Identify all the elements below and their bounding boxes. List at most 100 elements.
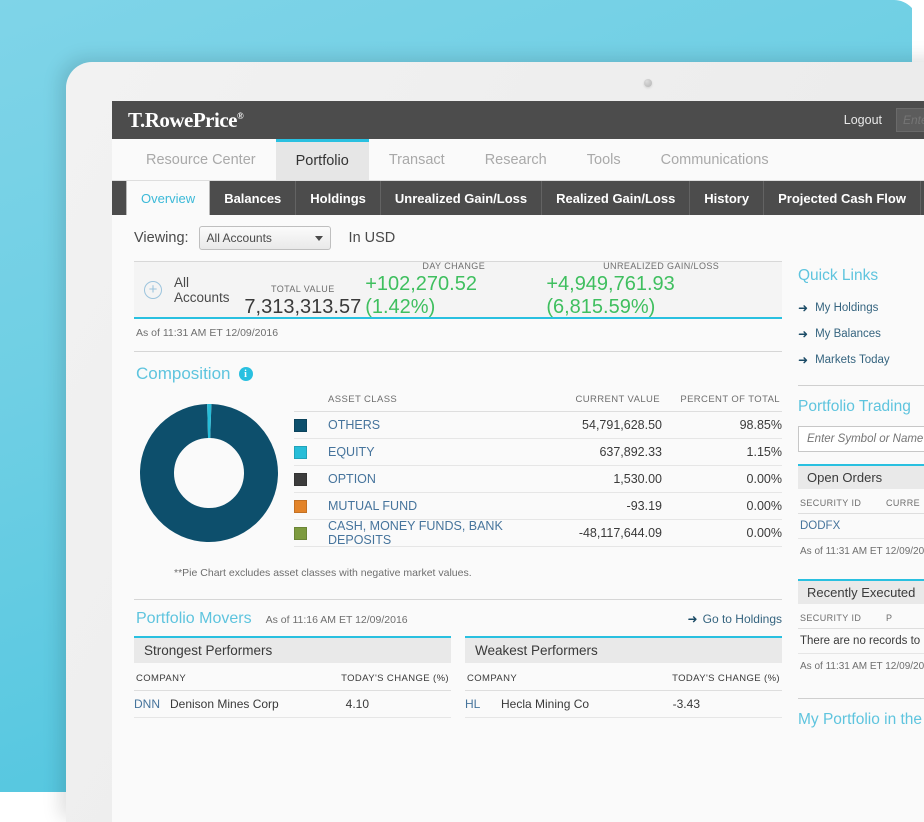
logout-link[interactable]: Logout	[844, 113, 882, 127]
day-change-block: DAY CHANGE +102,270.52 (1.42%)	[365, 261, 542, 319]
table-row[interactable]: CASH, MONEY FUNDS, BANK DEPOSITS -48,117…	[294, 520, 782, 547]
header-todays-change: TODAY'S CHANGE (%)	[652, 673, 780, 684]
tab-overview[interactable]: Overview	[126, 181, 210, 215]
security-id: DODFX	[800, 520, 840, 532]
asset-class-name: EQUITY	[328, 445, 532, 459]
total-value-label: TOTAL VALUE	[244, 284, 361, 294]
arrow-right-icon: ➜	[798, 327, 808, 341]
unrealized-block: UNREALIZED GAIN/LOSS +4,949,761.93 (6,81…	[546, 261, 776, 319]
nav-portfolio[interactable]: Portfolio	[276, 139, 369, 180]
header-todays-change: TODAY'S CHANGE (%)	[321, 673, 449, 684]
swatch-cell	[294, 527, 328, 540]
account-summary-card: + All Accounts TOTAL VALUE 7,313,313.57 …	[134, 261, 782, 319]
table-row[interactable]: EQUITY 637,892.33 1.15%	[294, 439, 782, 466]
sidebar-item-my-balances[interactable]: ➜ My Balances	[798, 321, 924, 347]
go-to-holdings-label: Go to Holdings	[703, 612, 782, 626]
legend-swatch-others	[294, 419, 307, 432]
tab-holdings[interactable]: Holdings	[296, 181, 381, 215]
summary-as-of: As of 11:31 AM ET 12/09/2016	[134, 319, 782, 339]
go-to-holdings-link[interactable]: ➜ Go to Holdings	[688, 612, 782, 626]
asset-class-name: CASH, MONEY FUNDS, BANK DEPOSITS	[328, 519, 532, 547]
swatch-cell	[294, 473, 328, 486]
ticker-symbol: DNN	[134, 697, 170, 711]
strongest-performers-panel: Strongest Performers COMPANY TODAY'S CHA…	[134, 636, 451, 718]
tab-history[interactable]: History	[690, 181, 764, 215]
composition-table: ASSET CLASS CURRENT VALUE PERCENT OF TOT…	[294, 394, 782, 547]
unrealized-label: UNREALIZED GAIN/LOSS	[546, 261, 776, 271]
asset-current-value: -48,117,644.09	[532, 526, 662, 540]
header-price: P	[886, 613, 924, 623]
logo-registered-mark: ®	[237, 111, 243, 121]
chevron-down-icon	[315, 236, 323, 241]
symbol-search-input[interactable]	[798, 426, 924, 452]
asset-class-name: OPTION	[328, 472, 532, 486]
account-select-value: All Accounts	[207, 231, 272, 245]
header-current-value: CURRENT VALUE	[530, 394, 660, 405]
composition-content: ASSET CLASS CURRENT VALUE PERCENT OF TOT…	[134, 394, 782, 553]
tab-unrealized-gain-loss[interactable]: Unrealized Gain/Loss	[381, 181, 542, 215]
weakest-performers-panel: Weakest Performers COMPANY TODAY'S CHANG…	[465, 636, 782, 718]
day-change-value: +102,270.52 (1.42%)	[365, 273, 542, 319]
weakest-table-header: COMPANY TODAY'S CHANGE (%)	[465, 663, 782, 691]
sidebar-item-markets-today[interactable]: ➜ Markets Today	[798, 347, 924, 373]
asset-current-value: 54,791,628.50	[532, 418, 662, 432]
sidebar-item-label: My Holdings	[815, 302, 878, 314]
table-row[interactable]: DNN Denison Mines Corp 4.10	[134, 691, 451, 718]
asset-current-value: 637,892.33	[532, 445, 662, 459]
open-orders-as-of: As of 11:31 AM ET 12/09/20	[798, 539, 924, 557]
account-select-dropdown[interactable]: All Accounts	[199, 226, 331, 250]
movers-columns: Strongest Performers COMPANY TODAY'S CHA…	[134, 636, 782, 718]
table-row[interactable]: DODFX	[798, 514, 924, 539]
nav-resource-center[interactable]: Resource Center	[126, 139, 276, 180]
swatch-cell	[294, 446, 328, 459]
recently-executed-as-of: As of 11:31 AM ET 12/09/20	[798, 654, 924, 672]
asset-percent: 0.00%	[662, 472, 782, 486]
change-percent: 4.10	[323, 697, 369, 711]
expand-plus-icon[interactable]: +	[144, 281, 162, 299]
primary-navigation: Resource Center Portfolio Transact Resea…	[112, 139, 924, 181]
table-row[interactable]: OTHERS 54,791,628.50 98.85%	[294, 412, 782, 439]
nav-research[interactable]: Research	[465, 139, 567, 180]
viewing-row: Viewing: All Accounts In USD	[112, 215, 924, 261]
arrow-right-icon: ➜	[688, 612, 698, 626]
swatch-header-spacer	[294, 394, 328, 405]
table-row[interactable]: MUTUAL FUND -93.19 0.00%	[294, 493, 782, 520]
arrow-right-icon: ➜	[798, 301, 808, 315]
composition-footnote: **Pie Chart excludes asset classes with …	[134, 553, 782, 579]
sidebar-divider	[798, 385, 924, 386]
viewing-label: Viewing:	[134, 230, 189, 246]
open-orders-table-header: SECURITY ID CURRE	[798, 489, 924, 514]
quick-links-title: Quick Links	[798, 261, 924, 295]
tab-projected-cash-flow[interactable]: Projected Cash Flow	[764, 181, 921, 215]
tab-balances[interactable]: Balances	[210, 181, 296, 215]
tab-realized-gain-loss[interactable]: Realized Gain/Loss	[542, 181, 690, 215]
composition-title-text: Composition	[136, 364, 231, 384]
sidebar-item-my-holdings[interactable]: ➜ My Holdings	[798, 295, 924, 321]
header-company: COMPANY	[136, 673, 321, 684]
day-change-label: DAY CHANGE	[365, 261, 542, 271]
swatch-cell	[294, 500, 328, 513]
header-percent-of-total: PERCENT OF TOTAL	[660, 394, 780, 405]
table-row[interactable]: HL Hecla Mining Co -3.43	[465, 691, 782, 718]
nav-transact[interactable]: Transact	[369, 139, 465, 180]
recently-executed-table-header: SECURITY ID P	[798, 604, 924, 629]
change-percent: -3.43	[654, 697, 700, 711]
header-security-id: SECURITY ID	[800, 498, 886, 508]
asset-class-name: OTHERS	[328, 418, 532, 432]
info-icon[interactable]: i	[239, 367, 253, 381]
strongest-table-header: COMPANY TODAY'S CHANGE (%)	[134, 663, 451, 691]
composition-section-title: Composition i	[134, 352, 782, 394]
legend-swatch-equity	[294, 446, 307, 459]
asset-class-name: MUTUAL FUND	[328, 499, 532, 513]
table-row[interactable]: OPTION 1,530.00 0.00%	[294, 466, 782, 493]
nav-tools[interactable]: Tools	[567, 139, 641, 180]
sidebar-item-label: Markets Today	[815, 354, 890, 366]
ticker-symbol: HL	[465, 697, 501, 711]
header-asset-class: ASSET CLASS	[328, 394, 530, 405]
recently-executed-heading: Recently Executed	[798, 579, 924, 604]
my-portfolio-news-title: My Portfolio in the	[798, 705, 924, 739]
nav-communications[interactable]: Communications	[641, 139, 789, 180]
global-search-input[interactable]	[896, 108, 924, 132]
company-name: Denison Mines Corp	[170, 697, 323, 711]
unrealized-value: +4,949,761.93 (6,815.59%)	[546, 273, 776, 319]
